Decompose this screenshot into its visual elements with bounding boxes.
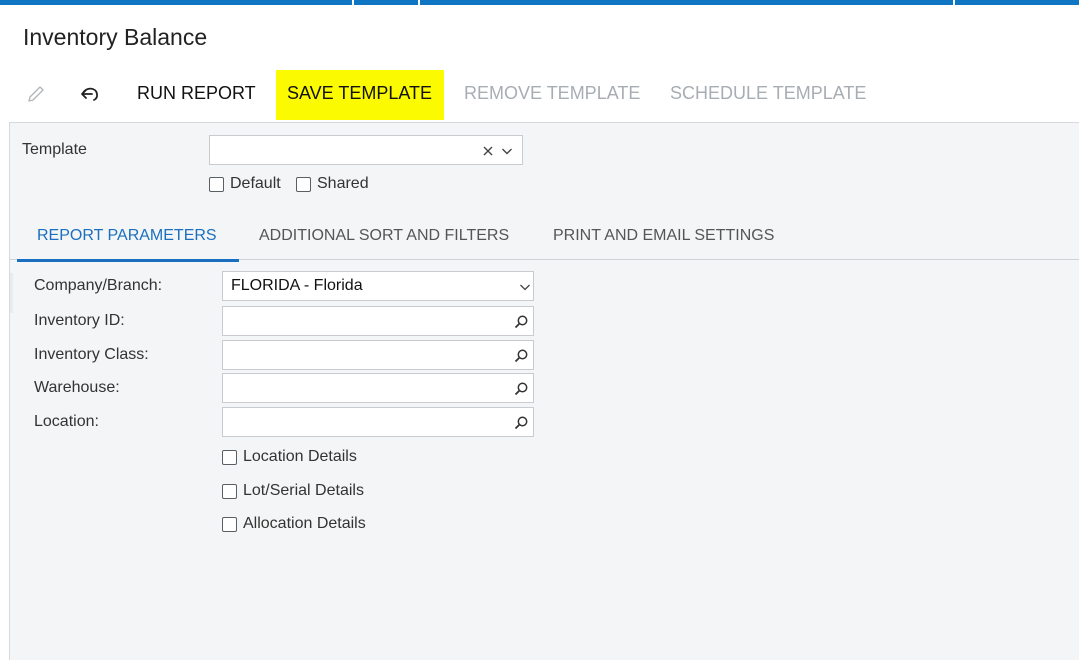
inventory-class-field[interactable] bbox=[222, 340, 534, 370]
template-select[interactable] bbox=[209, 135, 523, 165]
tab-additional-sort-and-filters[interactable]: ADDITIONAL SORT AND FILTERS bbox=[239, 220, 529, 260]
allocation-details-checkbox[interactable]: Allocation Details bbox=[222, 515, 366, 533]
shared-checkbox-label: Shared bbox=[317, 175, 369, 192]
company-branch-value: FLORIDA - Florida bbox=[231, 277, 363, 294]
warehouse-field[interactable] bbox=[222, 373, 534, 403]
lot-serial-details-label: Lot/Serial Details bbox=[243, 482, 364, 499]
location-details-label: Location Details bbox=[243, 448, 357, 465]
inventory-id-label: Inventory ID: bbox=[34, 312, 125, 329]
warehouse-label: Warehouse: bbox=[34, 379, 120, 396]
pencil-icon[interactable] bbox=[24, 82, 48, 106]
schedule-template-button[interactable]: SCHEDULE TEMPLATE bbox=[659, 70, 877, 120]
side-accent bbox=[10, 273, 13, 313]
shared-checkbox[interactable]: Shared bbox=[296, 175, 369, 193]
save-template-button[interactable]: SAVE TEMPLATE bbox=[276, 70, 444, 120]
page-title: Inventory Balance bbox=[23, 24, 208, 50]
search-icon[interactable] bbox=[513, 415, 529, 431]
default-checkbox[interactable]: Default bbox=[209, 175, 281, 193]
location-label: Location: bbox=[34, 413, 99, 430]
search-icon[interactable] bbox=[513, 381, 529, 397]
lot-serial-details-checkbox[interactable]: Lot/Serial Details bbox=[222, 482, 364, 500]
template-label: Template bbox=[22, 141, 87, 158]
location-details-checkbox-box[interactable] bbox=[222, 449, 237, 465]
topbar-divider bbox=[418, 0, 420, 5]
allocation-details-label: Allocation Details bbox=[243, 515, 366, 532]
chevron-down-icon[interactable] bbox=[499, 143, 515, 159]
report-form: Template Default Shared REPORT PARAMETER… bbox=[9, 122, 1079, 660]
location-field[interactable] bbox=[222, 407, 534, 437]
default-checkbox-label: Default bbox=[230, 175, 281, 192]
topbar-divider bbox=[352, 0, 354, 5]
topbar-divider bbox=[953, 0, 955, 5]
inventory-id-field[interactable] bbox=[222, 306, 534, 336]
close-icon[interactable] bbox=[480, 143, 496, 159]
company-branch-label: Company/Branch: bbox=[34, 277, 163, 294]
remove-template-button[interactable]: REMOVE TEMPLATE bbox=[453, 70, 651, 120]
search-icon[interactable] bbox=[513, 314, 529, 330]
default-checkbox-box[interactable] bbox=[209, 176, 224, 192]
tab-print-and-email-settings[interactable]: PRINT AND EMAIL SETTINGS bbox=[533, 220, 794, 260]
chevron-down-icon[interactable] bbox=[517, 279, 533, 295]
top-accent-bar bbox=[0, 0, 1079, 5]
lot-serial-details-checkbox-box[interactable] bbox=[222, 483, 237, 499]
tab-bar: REPORT PARAMETERS ADDITIONAL SORT AND FI… bbox=[10, 220, 1079, 262]
shared-checkbox-box[interactable] bbox=[296, 176, 311, 192]
company-branch-select[interactable]: FLORIDA - Florida bbox=[222, 271, 534, 301]
inventory-class-label: Inventory Class: bbox=[34, 346, 149, 363]
search-icon[interactable] bbox=[513, 348, 529, 364]
tab-report-parameters[interactable]: REPORT PARAMETERS bbox=[17, 220, 239, 262]
run-report-button[interactable]: RUN REPORT bbox=[126, 70, 267, 120]
undo-icon[interactable] bbox=[78, 82, 102, 106]
location-details-checkbox[interactable]: Location Details bbox=[222, 448, 357, 466]
allocation-details-checkbox-box[interactable] bbox=[222, 516, 237, 532]
